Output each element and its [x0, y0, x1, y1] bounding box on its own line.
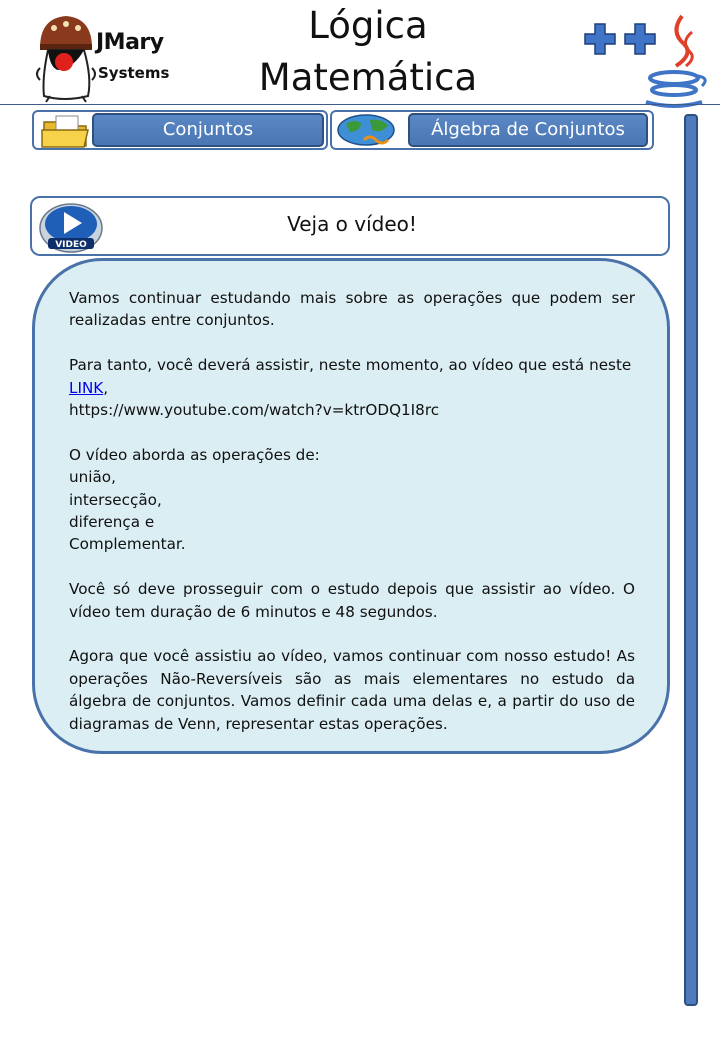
globe-icon — [337, 114, 395, 146]
operations-paragraph: O vídeo aborda as operações de: união, i… — [69, 444, 635, 556]
video-icon-label: VIDEO — [55, 240, 87, 250]
page-title-line1: Lógica — [308, 4, 428, 47]
conclusion-paragraph: Agora que você assistiu ao vídeo, vamos … — [69, 647, 635, 733]
header-divider — [0, 104, 720, 105]
operation-item: diferença e — [69, 513, 155, 532]
vertical-scrollbar[interactable] — [684, 114, 698, 1006]
mascot-icon — [36, 16, 96, 103]
content-panel: Vamos continuar estudando mais sobre as … — [32, 258, 670, 754]
link-paragraph: Para tanto, você deverá assistir, neste … — [69, 354, 635, 421]
operation-item: união, — [69, 468, 116, 487]
intro-paragraph: Vamos continuar estudando mais sobre as … — [69, 289, 635, 330]
operation-item: intersecção, — [69, 490, 162, 509]
jmary-logo: JMary Systems — [34, 8, 174, 104]
video-title: Veja o vídeo! — [287, 212, 417, 236]
operations-intro: O vídeo aborda as operações de: — [69, 445, 320, 464]
duration-paragraph: Você só deve prosseguir com o estudo dep… — [69, 580, 635, 621]
nav-next-button[interactable]: Álgebra de Conjuntos — [408, 113, 648, 147]
page-title: Lógica Matemática — [200, 0, 536, 104]
content-text: Vamos continuar estudando mais sobre as … — [69, 287, 635, 757]
link-comma: , — [103, 378, 109, 397]
operation-item: Complementar. — [69, 535, 186, 554]
video-header: VIDEO Veja o vídeo! — [30, 196, 670, 256]
nav-prev-button[interactable]: Conjuntos — [92, 113, 324, 147]
logo-subtitle: Systems — [98, 64, 170, 82]
java-logo-icon — [640, 14, 712, 116]
link-sentence: Para tanto, você deverá assistir, neste … — [69, 356, 632, 375]
page-title-line2: Matemática — [258, 56, 478, 99]
video-url: https://www.youtube.com/watch?v=ktrODQ1I… — [69, 401, 440, 420]
nav-next-group: Álgebra de Conjuntos — [330, 110, 654, 150]
video-link[interactable]: LINK — [69, 379, 103, 397]
folder-icon — [41, 115, 89, 148]
nav-prev-group: Conjuntos — [32, 110, 328, 150]
logo-name: JMary — [96, 30, 164, 55]
